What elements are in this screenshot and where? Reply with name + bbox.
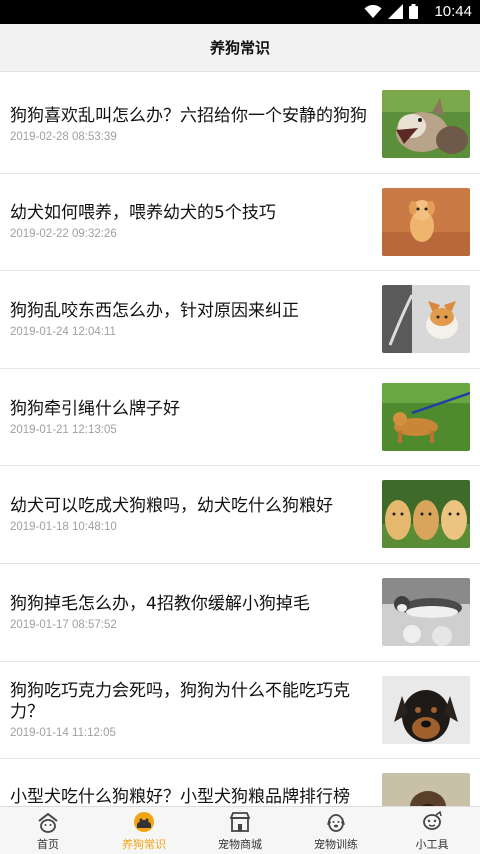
- tab-tools[interactable]: 小工具: [384, 807, 480, 854]
- status-icons: [364, 4, 418, 23]
- article-item[interactable]: 狗狗牵引绳什么牌子好 2019-01-21 12:13:05: [0, 369, 480, 467]
- tab-label: 宠物商城: [218, 838, 262, 851]
- wifi-icon: [364, 4, 382, 23]
- article-title: 幼犬如何喂养，喂养幼犬的5个技巧: [10, 203, 276, 224]
- article-date: 2019-02-22 09:32:26: [10, 228, 117, 241]
- article-title: 小型犬吃什么狗粮好？小型犬狗粮品牌排行榜: [10, 787, 350, 806]
- article-title: 狗狗吃巧克力会死吗，狗狗为什么不能吃巧克力？: [10, 680, 350, 722]
- article-thumbnail: [382, 773, 470, 806]
- article-thumbnail: [382, 577, 470, 646]
- bottom-tab-bar: 首页 养狗常识 宠物商城 宠物训练 小工具: [0, 806, 480, 854]
- article-item[interactable]: 狗狗掉毛怎么办，4招教你缓解小狗掉毛 2019-01-17 08:57:52: [0, 564, 480, 662]
- shop-icon: [227, 809, 253, 835]
- tab-pet-shop[interactable]: 宠物商城: [192, 807, 288, 854]
- article-thumbnail: [382, 187, 470, 256]
- article-item[interactable]: 幼犬如何喂养，喂养幼犬的5个技巧 2019-02-22 09:32:26: [0, 174, 480, 272]
- article-title: 狗狗掉毛怎么办，4招教你缓解小狗掉毛: [10, 593, 310, 614]
- tab-home[interactable]: 首页: [0, 807, 96, 854]
- status-bar: 10:44: [0, 0, 480, 24]
- article-thumbnail: [382, 480, 470, 549]
- page-title: 养狗常识: [209, 39, 270, 57]
- home-icon: [35, 809, 61, 835]
- article-date: 2019-01-21 12:13:05: [10, 423, 117, 436]
- article-item[interactable]: 狗狗喜欢乱叫怎么办？六招给你一个安静的狗狗 2019-02-28 08:53:3…: [0, 76, 480, 174]
- article-title: 幼犬可以吃成犬狗粮吗，幼犬吃什么狗粮好: [10, 496, 333, 517]
- signal-icon: [388, 4, 403, 23]
- article-thumbnail: [382, 285, 470, 354]
- tab-label: 首页: [37, 838, 59, 851]
- dog-knowledge-icon: [131, 809, 157, 835]
- article-thumbnail: [382, 382, 470, 451]
- article-date: 2019-01-18 10:48:10: [10, 521, 117, 534]
- article-list[interactable]: 狗狗喜欢乱叫怎么办？六招给你一个安静的狗狗 2019-02-28 08:53:3…: [0, 76, 480, 806]
- article-item[interactable]: 狗狗乱咬东西怎么办，针对原因来纠正 2019-01-24 12:04:11: [0, 271, 480, 369]
- battery-icon: [409, 4, 418, 23]
- tab-label: 小工具: [415, 838, 449, 851]
- status-time: 10:44: [434, 3, 472, 20]
- article-thumbnail: [382, 675, 470, 744]
- article-title: 狗狗牵引绳什么牌子好: [10, 398, 180, 419]
- article-item[interactable]: 狗狗吃巧克力会死吗，狗狗为什么不能吃巧克力？ 2019-01-14 11:12:…: [0, 662, 480, 760]
- article-item[interactable]: 小型犬吃什么狗粮好？小型犬狗粮品牌排行榜: [0, 759, 480, 806]
- title-bar: 养狗常识: [0, 24, 480, 72]
- article-date: 2019-01-17 08:57:52: [10, 618, 117, 631]
- article-title: 狗狗乱咬东西怎么办，针对原因来纠正: [10, 300, 299, 321]
- article-date: 2019-02-28 08:53:39: [10, 130, 117, 143]
- article-date: 2019-01-24 12:04:11: [10, 325, 116, 338]
- tab-dog-knowledge[interactable]: 养狗常识: [96, 807, 192, 854]
- tab-label: 养狗常识: [122, 838, 166, 851]
- tools-icon: [419, 809, 445, 835]
- article-date: 2019-01-14 11:12:05: [10, 726, 116, 739]
- tab-label: 宠物训练: [314, 838, 358, 851]
- article-thumbnail: [382, 90, 470, 158]
- article-item[interactable]: 幼犬可以吃成犬狗粮吗，幼犬吃什么狗粮好 2019-01-18 10:48:10: [0, 466, 480, 564]
- tab-pet-training[interactable]: 宠物训练: [288, 807, 384, 854]
- article-title: 狗狗喜欢乱叫怎么办？六招给你一个安静的狗狗: [10, 105, 367, 126]
- training-icon: [323, 809, 349, 835]
